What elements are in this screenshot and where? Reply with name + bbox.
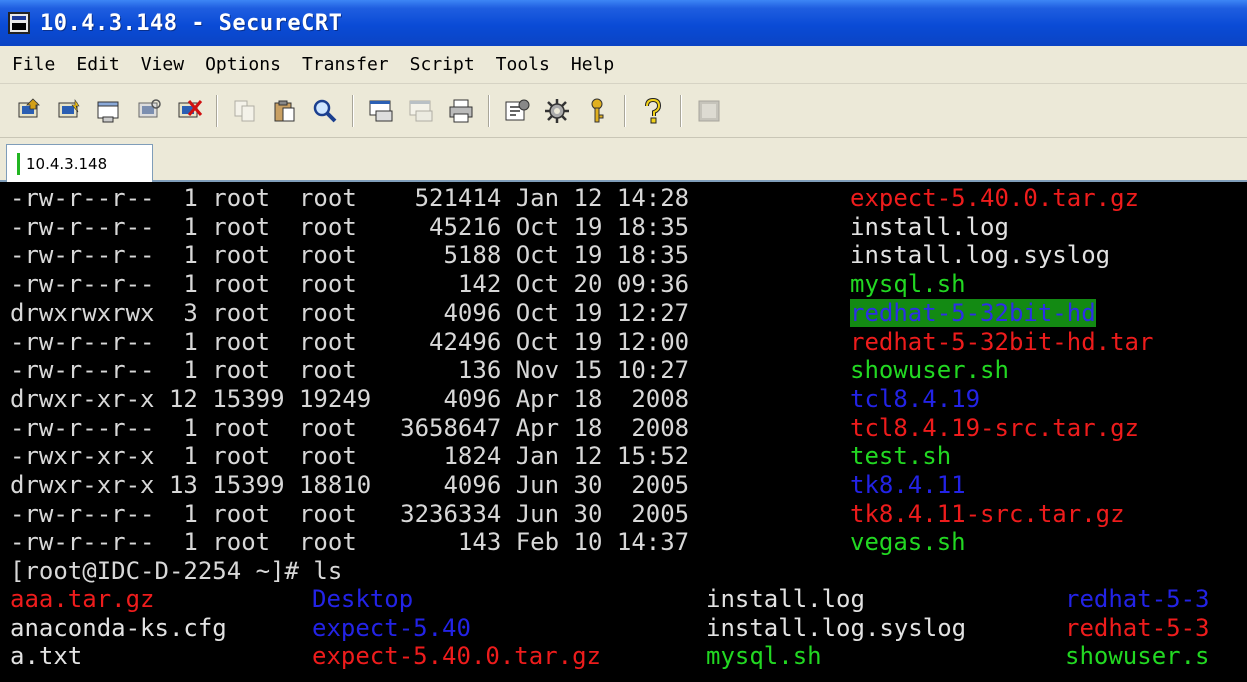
menu-file[interactable]: File — [12, 54, 55, 75]
window-title: 10.4.3.148 - SecureCRT — [40, 10, 343, 36]
listing-row: -rw-r--r-- 1 root root 5188 Oct 19 18:35… — [10, 241, 1110, 270]
file-metadata: -rw-r--r-- 1 root root 3658647 Apr 18 20… — [10, 413, 704, 442]
file-metadata: -rw-r--r-- 1 root root 45216 Oct 19 18:3… — [10, 212, 704, 241]
tab-session[interactable]: 10.4.3.148 — [6, 144, 153, 182]
menu-transfer[interactable]: Transfer — [302, 54, 389, 75]
help-icon[interactable] — [636, 94, 670, 128]
toolbar — [0, 84, 1247, 138]
menu-help[interactable]: Help — [571, 54, 614, 75]
keymap-icon[interactable] — [580, 94, 614, 128]
menu-script[interactable]: Script — [410, 54, 475, 75]
file-name: tcl8.4.19-src.tar.gz — [850, 413, 1139, 442]
connect-icon[interactable] — [12, 94, 46, 128]
file-name: tcl8.4.19 — [850, 384, 981, 413]
file-metadata: drwxrwxrwx 3 root root 4096 Oct 19 12:27 — [10, 298, 704, 327]
menu-view[interactable]: View — [141, 54, 184, 75]
toolbar-separator — [488, 94, 490, 127]
file-name: install.log — [850, 212, 1009, 241]
file-name: vegas.sh — [850, 528, 966, 557]
ls-entry: expect-5.40 — [312, 613, 471, 642]
file-name: mysql.sh — [850, 270, 966, 299]
tab-label: 10.4.3.148 — [26, 154, 108, 173]
print-screen-icon[interactable] — [364, 94, 398, 128]
ls-entry: expect-5.40.0.tar.gz — [312, 642, 601, 671]
file-metadata: drwxr-xr-x 12 15399 19249 4096 Apr 18 20… — [10, 384, 704, 413]
file-name: install.log.syslog — [850, 241, 1111, 270]
listing-row: -rw-r--r-- 1 root root 42496 Oct 19 12:0… — [10, 327, 1153, 356]
disconnect-icon[interactable] — [172, 94, 206, 128]
connect-in-tab-icon[interactable] — [92, 94, 126, 128]
toolbar-separator — [680, 94, 682, 127]
connected-status-indicator — [17, 152, 20, 175]
listing-row: drwxr-xr-x 13 15399 18810 4096 Jun 30 20… — [10, 471, 966, 499]
file-metadata: -rw-r--r-- 1 root root 5188 Oct 19 18:35 — [10, 241, 704, 270]
sftp-icon[interactable] — [692, 94, 726, 128]
file-metadata: -rw-r--r-- 1 root root 136 Nov 15 10:27 — [10, 356, 704, 385]
listing-row: -rw-r--r-- 1 root root 45216 Oct 19 18:3… — [10, 212, 1009, 241]
global-options-icon[interactable] — [540, 94, 574, 128]
ls-entry: redhat-5-3 — [1065, 613, 1210, 642]
shell-prompt: [root@IDC-D-2254 ~]# ls — [10, 557, 343, 585]
menu-bar: File Edit View Options Transfer Script T… — [0, 46, 1247, 84]
file-name: test.sh — [850, 442, 952, 471]
ls-entry: Desktop — [312, 585, 414, 613]
title-bar[interactable]: 10.4.3.148 - SecureCRT — [0, 0, 1247, 46]
reconnect-icon[interactable] — [132, 94, 166, 128]
menu-edit[interactable]: Edit — [76, 54, 119, 75]
file-metadata: -rw-r--r-- 1 root root 42496 Oct 19 12:0… — [10, 327, 704, 356]
terminal-output[interactable]: -rw-r--r-- 1 root root 521414 Jan 12 14:… — [0, 184, 1247, 682]
paste-icon[interactable] — [268, 94, 302, 128]
file-metadata: -rw-r--r-- 1 root root 521414 Jan 12 14:… — [10, 184, 704, 212]
ls-entry: showuser.s — [1065, 642, 1210, 671]
file-metadata: -rwxr-xr-x 1 root root 1824 Jan 12 15:52 — [10, 442, 704, 471]
menu-options[interactable]: Options — [205, 54, 281, 75]
listing-row: -rw-r--r-- 1 root root 142 Oct 20 09:36 … — [10, 270, 966, 299]
ls-entry: install.log — [706, 585, 865, 613]
ls-entry: a.txt — [10, 642, 83, 671]
ls-row: anaconda-ks.cfg expect-5.40 install.log.sy… — [10, 614, 1247, 642]
find-icon[interactable] — [308, 94, 342, 128]
listing-row: -rw-r--r-- 1 root root 3236334 Jun 30 20… — [10, 499, 1125, 528]
session-tab-bar: 10.4.3.148 — [0, 138, 1247, 182]
listing-row: -rw-r--r-- 1 root root 143 Feb 10 14:37 … — [10, 528, 966, 557]
app-icon[interactable] — [8, 12, 30, 34]
print-selection-icon[interactable] — [404, 94, 438, 128]
file-name: redhat-5-32bit-hd — [850, 298, 1096, 327]
ls-entry: install.log.syslog — [706, 613, 967, 642]
listing-row: -rw-r--r-- 1 root root 136 Nov 15 10:27 … — [10, 356, 1009, 385]
listing-row: drwxrwxrwx 3 root root 4096 Oct 19 12:27… — [10, 298, 1096, 327]
toolbar-separator — [624, 94, 626, 127]
file-name: redhat-5-32bit-hd.tar — [850, 327, 1154, 356]
print-icon[interactable] — [444, 94, 478, 128]
file-name: tk8.4.11-src.tar.gz — [850, 499, 1125, 528]
ls-entry: anaconda-ks.cfg — [10, 613, 227, 642]
listing-row: -rwxr-xr-x 1 root root 1824 Jan 12 15:52… — [10, 442, 951, 471]
copy-icon[interactable] — [228, 94, 262, 128]
file-metadata: -rw-r--r-- 1 root root 143 Feb 10 14:37 — [10, 528, 704, 557]
file-metadata: -rw-r--r-- 1 root root 142 Oct 20 09:36 — [10, 270, 704, 299]
file-metadata: drwxr-xr-x 13 15399 18810 4096 Jun 30 20… — [10, 471, 704, 499]
ls-row: aaa.tar.gz Desktop install.log redhat-5-3 — [10, 585, 1247, 613]
toolbar-separator — [216, 94, 218, 127]
listing-row: drwxr-xr-x 12 15399 19249 4096 Apr 18 20… — [10, 384, 980, 413]
listing-row: -rw-r--r-- 1 root root 521414 Jan 12 14:… — [10, 184, 1139, 212]
file-metadata: -rw-r--r-- 1 root root 3236334 Jun 30 20… — [10, 499, 704, 528]
listing-row: -rw-r--r-- 1 root root 3658647 Apr 18 20… — [10, 413, 1139, 442]
file-name: showuser.sh — [850, 356, 1009, 385]
file-name: expect-5.40.0.tar.gz — [850, 184, 1139, 212]
toolbar-separator — [352, 94, 354, 127]
menu-tools[interactable]: Tools — [496, 54, 550, 75]
quick-connect-icon[interactable] — [52, 94, 86, 128]
session-options-icon[interactable] — [500, 94, 534, 128]
ls-row: a.txt expect-5.40.0.tar.gz mysql.sh showuse… — [10, 642, 1247, 670]
ls-entry: mysql.sh — [706, 642, 822, 671]
ls-entry: aaa.tar.gz — [10, 585, 155, 613]
ls-entry: redhat-5-3 — [1065, 585, 1210, 613]
file-name: tk8.4.11 — [850, 471, 966, 499]
